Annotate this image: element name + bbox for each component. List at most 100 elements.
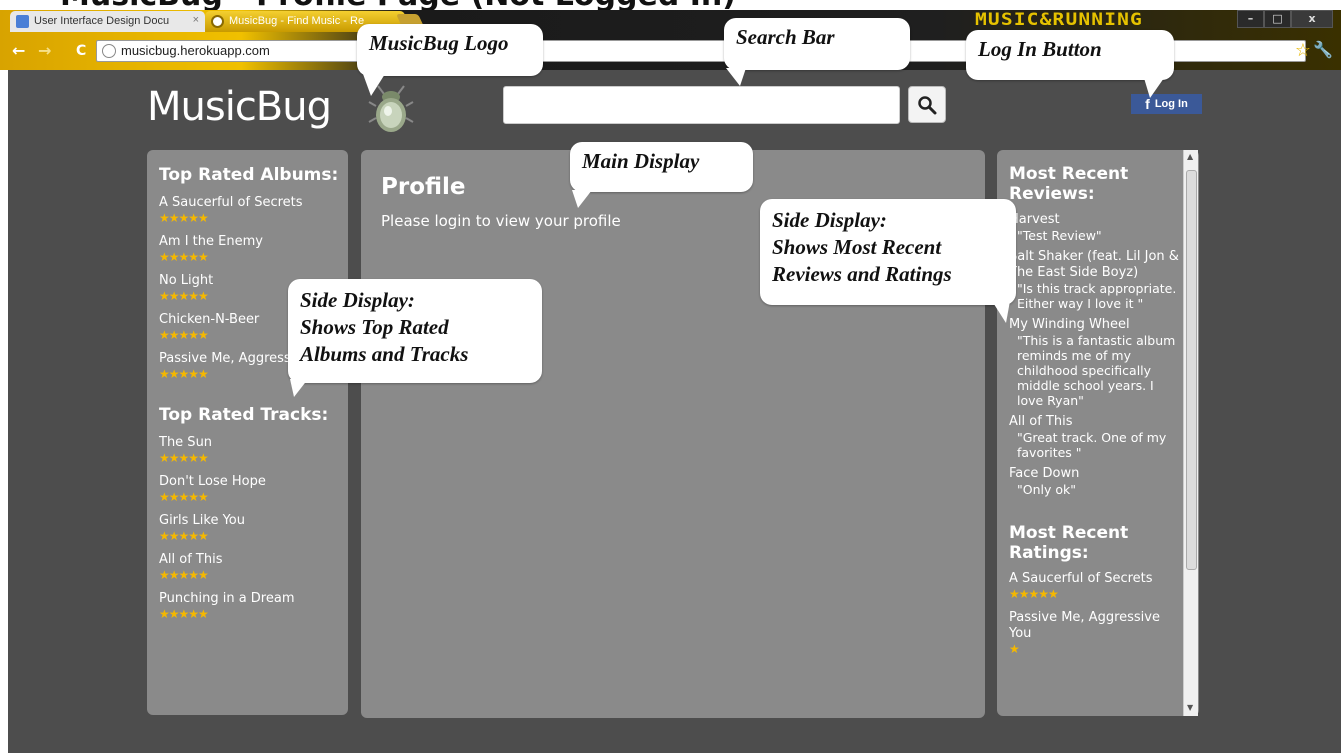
star-rating: ★★★★★ — [159, 250, 209, 264]
callout-text: Main Display — [582, 149, 700, 173]
review-item-title[interactable]: Face Down — [1009, 466, 1181, 482]
list-item[interactable]: All of This "Great track. One of my favo… — [1009, 414, 1181, 460]
review-item-title[interactable]: Salt Shaker (feat. Lil Jon & The East Si… — [1009, 249, 1181, 281]
top-rated-panel: Top Rated Albums: A Saucerful of Secrets… — [147, 150, 348, 715]
review-item-title[interactable]: Harvest — [1009, 212, 1181, 228]
callout-tail — [726, 68, 746, 86]
star-rating: ★ — [1009, 642, 1020, 656]
album-title[interactable]: A Saucerful of Secrets — [159, 195, 345, 211]
track-title[interactable]: Girls Like You — [159, 513, 345, 529]
list-item[interactable]: My Winding Wheel "This is a fantastic al… — [1009, 317, 1181, 408]
star-rating: ★★★★★ — [159, 490, 209, 504]
list-item[interactable]: Harvest "Test Review" — [1009, 212, 1181, 243]
list-item[interactable]: A Saucerful of Secrets ★★★★★ — [159, 195, 345, 225]
track-title[interactable]: Punching in a Dream — [159, 591, 345, 607]
callout-text: Side Display: — [772, 208, 887, 232]
bookmark-star-icon[interactable]: ☆ — [1295, 40, 1311, 61]
recent-activity-content: Most Recent Reviews: Harvest "Test Revie… — [1009, 164, 1181, 665]
list-item[interactable]: Salt Shaker (feat. Lil Jon & The East Si… — [1009, 249, 1181, 311]
star-rating: ★★★★★ — [1009, 587, 1059, 601]
star-rating: ★★★★★ — [159, 451, 209, 465]
list-item[interactable]: Girls Like You ★★★★★ — [159, 513, 345, 543]
track-title[interactable]: The Sun — [159, 435, 345, 451]
list-item[interactable]: Am I the Enemy ★★★★★ — [159, 234, 345, 264]
track-title[interactable]: Don't Lose Hope — [159, 474, 345, 490]
callout-text: Reviews and Ratings — [772, 262, 952, 286]
album-title[interactable]: Am I the Enemy — [159, 234, 345, 250]
page-left-margin — [0, 70, 8, 753]
callout-side-display-right: Side Display: Shows Most Recent Reviews … — [760, 199, 1016, 323]
review-item-title[interactable]: My Winding Wheel — [1009, 317, 1181, 333]
wrench-icon[interactable]: 🔧 — [1313, 40, 1333, 59]
callout-tail — [572, 190, 592, 208]
recent-activity-panel: Most Recent Reviews: Harvest "Test Revie… — [997, 150, 1199, 716]
top-rated-tracks-heading: Top Rated Tracks: — [159, 405, 329, 425]
back-arrow-icon[interactable]: ← — [12, 41, 25, 60]
search-input[interactable] — [503, 86, 900, 124]
review-item-title[interactable]: All of This — [1009, 414, 1181, 430]
url-text: musicbug.herokuapp.com — [121, 43, 270, 58]
callout-side-display-left: Side Display: Shows Top Rated Albums and… — [288, 279, 542, 397]
review-text: "Is this track appropriate. Either way I… — [1017, 281, 1177, 311]
close-window-button[interactable]: x — [1291, 10, 1333, 28]
tab-label: User Interface Design Docu — [34, 15, 170, 27]
callout-text: Log In Button — [978, 37, 1102, 61]
forward-arrow-icon[interactable]: → — [38, 41, 51, 60]
callout-tail — [1144, 78, 1164, 98]
callout-text: Shows Top Rated — [300, 315, 449, 339]
docs-favicon-icon — [16, 15, 29, 28]
callout-text: Shows Most Recent — [772, 235, 942, 259]
login-prompt-message: Please login to view your profile — [381, 212, 621, 230]
review-text: "Only ok" — [1017, 482, 1076, 497]
tab-close-icon[interactable]: × — [193, 14, 199, 26]
callout-search-bar: Search Bar — [724, 18, 910, 86]
facebook-login-button[interactable]: f Log In — [1131, 94, 1202, 114]
star-rating: ★★★★★ — [159, 211, 209, 225]
callout-logo: MusicBug Logo — [357, 24, 543, 96]
track-title[interactable]: All of This — [159, 552, 345, 568]
callout-text: MusicBug Logo — [369, 31, 509, 55]
review-text: "Great track. One of my favorites " — [1017, 430, 1167, 460]
scroll-down-arrow-icon[interactable]: ▼ — [1187, 703, 1193, 712]
facebook-icon: f — [1145, 96, 1150, 112]
rating-item-title[interactable]: Passive Me, Aggressive You — [1009, 610, 1181, 642]
browser-theme-graphic: MUSIC&RUNNING — [975, 10, 1143, 30]
list-item[interactable]: A Saucerful of Secrets ★★★★★ — [1009, 571, 1181, 601]
search-button[interactable] — [908, 86, 946, 123]
scroll-up-arrow-icon[interactable]: ▲ — [1187, 152, 1193, 161]
callout-text: Search Bar — [736, 25, 835, 49]
callout-tail — [290, 379, 308, 397]
list-item[interactable]: All of This ★★★★★ — [159, 552, 345, 582]
minimize-button[interactable]: – — [1237, 10, 1264, 28]
musicbug-favicon-icon — [211, 15, 224, 28]
globe-icon — [102, 44, 116, 58]
login-label: Log In — [1154, 98, 1188, 110]
page-title: Profile — [381, 174, 466, 200]
star-rating: ★★★★★ — [159, 529, 209, 543]
callout-tail — [992, 301, 1010, 323]
top-rated-content: Top Rated Albums: A Saucerful of Secrets… — [159, 165, 345, 630]
site-logo-text[interactable]: MusicBug — [147, 84, 332, 130]
magnifier-icon — [918, 95, 937, 114]
list-item[interactable]: Punching in a Dream ★★★★★ — [159, 591, 345, 621]
star-rating: ★★★★★ — [159, 568, 209, 582]
list-item[interactable]: Face Down "Only ok" — [1009, 466, 1181, 497]
recent-reviews-heading: Most Recent Reviews: — [1009, 164, 1129, 204]
list-item[interactable]: The Sun ★★★★★ — [159, 435, 345, 465]
callout-main-display: Main Display — [570, 142, 753, 208]
star-rating: ★★★★★ — [159, 607, 209, 621]
list-item[interactable]: Passive Me, Aggressive You ★ — [1009, 610, 1181, 656]
rating-item-title[interactable]: A Saucerful of Secrets — [1009, 571, 1181, 587]
document-heading: MusicBug - Profile Page (Not Logged In) — [0, 0, 1341, 10]
tab-ui-design-doc[interactable]: User Interface Design Docu × — [10, 11, 205, 32]
callout-login-button: Log In Button — [966, 30, 1174, 98]
list-item[interactable]: Don't Lose Hope ★★★★★ — [159, 474, 345, 504]
callout-tail — [363, 74, 385, 96]
maximize-button[interactable]: □ — [1264, 10, 1291, 28]
review-text: "Test Review" — [1017, 228, 1102, 243]
document-heading-text: MusicBug - Profile Page (Not Logged In) — [60, 0, 736, 10]
right-panel-scrollbar[interactable]: ▲ ▼ — [1183, 150, 1198, 716]
recent-ratings-heading: Most Recent Ratings: — [1009, 523, 1129, 563]
scrollbar-thumb[interactable] — [1186, 170, 1197, 570]
reload-icon[interactable]: C — [76, 43, 86, 59]
